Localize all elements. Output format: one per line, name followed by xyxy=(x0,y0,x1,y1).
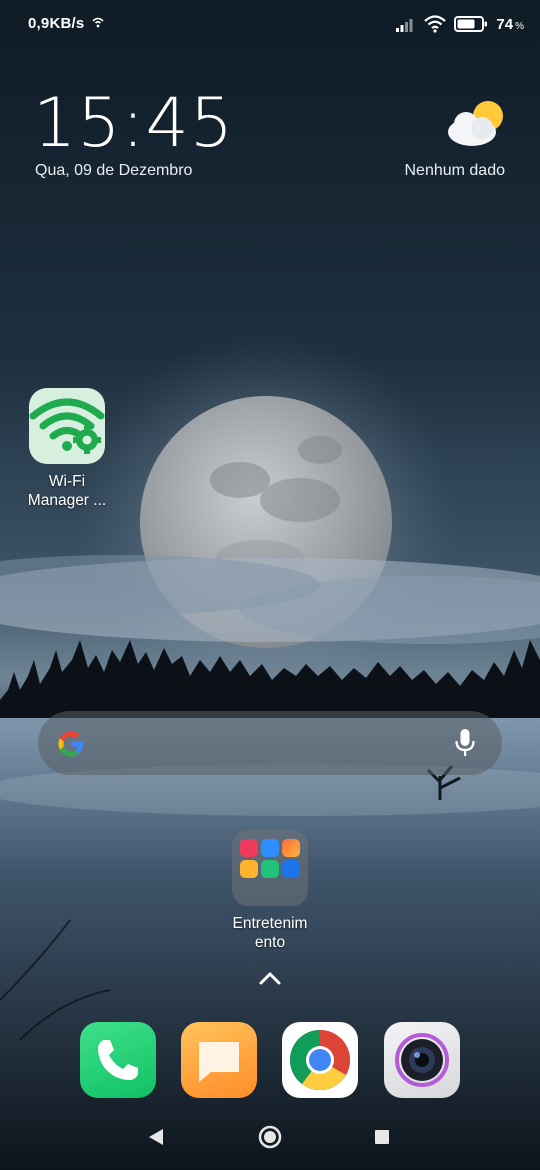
dock-messages-app[interactable] xyxy=(181,1022,257,1098)
app-label-wifi-manager: Wi-Fi Manager ... xyxy=(27,473,107,509)
app-wifi-manager[interactable]: Wi-Fi Manager ... xyxy=(22,388,112,510)
dock-chrome-app[interactable] xyxy=(282,1022,358,1098)
notes-icon xyxy=(240,860,258,878)
nav-home-button[interactable] xyxy=(257,1124,283,1150)
weather-status[interactable]: Nenhum dado xyxy=(404,162,505,180)
folder-label: Entretenim ento xyxy=(232,915,308,951)
folder-entretenimento[interactable]: Entretenim ento xyxy=(226,830,314,952)
shazam-icon xyxy=(282,860,300,878)
status-icons: 74% xyxy=(396,13,524,35)
wifi-gear-icon xyxy=(29,388,105,464)
chrome-icon xyxy=(289,1030,351,1091)
dock-phone-app[interactable] xyxy=(80,1022,156,1098)
google-search-bar[interactable] xyxy=(38,711,502,775)
message-icon xyxy=(199,1042,239,1082)
partly-cloudy-icon[interactable] xyxy=(444,98,508,150)
google-g-icon xyxy=(58,731,83,757)
nav-recents-button[interactable] xyxy=(373,1124,391,1150)
copilot-icon xyxy=(282,839,300,857)
security-icon xyxy=(261,860,279,878)
clock-date[interactable]: Qua, 09 de Dezembro xyxy=(35,162,192,180)
network-speed: 0,9KB/s xyxy=(28,15,85,32)
nav-back-button[interactable] xyxy=(146,1124,166,1150)
microphone-icon[interactable] xyxy=(454,728,476,758)
phone-icon xyxy=(98,1040,138,1080)
status-bar: 0,9KB/s 74% xyxy=(0,0,540,50)
camera-icon xyxy=(395,1033,449,1087)
tiktok-icon xyxy=(240,839,258,857)
battery-percentage: 74% xyxy=(496,15,524,33)
clock-time[interactable]: 15:45 xyxy=(33,86,234,162)
dock-camera-app[interactable] xyxy=(384,1022,460,1098)
battery-icon xyxy=(454,16,488,32)
messenger-icon xyxy=(261,839,279,857)
wifi-icon xyxy=(424,15,447,33)
network-activity-icon xyxy=(92,17,104,28)
folder-icon xyxy=(232,830,308,906)
signal-icon xyxy=(396,19,413,32)
chevron-up-icon[interactable] xyxy=(258,968,282,988)
